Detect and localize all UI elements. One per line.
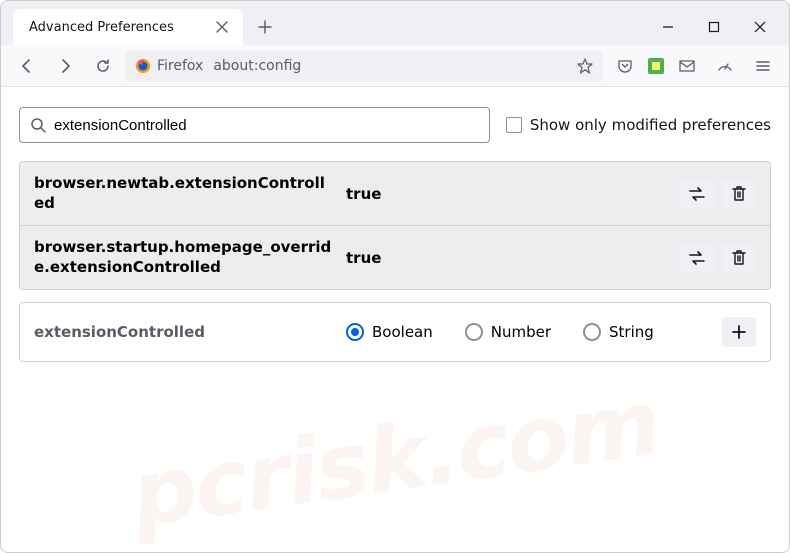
forward-button[interactable] (49, 50, 81, 82)
pref-row: browser.newtab.extensionControlled true (20, 162, 770, 225)
firefox-logo-icon (135, 58, 151, 74)
url-bar[interactable]: Firefox about:config (125, 50, 603, 82)
pref-name: browser.startup.homepage_override.extens… (34, 238, 334, 277)
extension-button-3[interactable] (709, 50, 741, 82)
close-window-button[interactable] (737, 9, 783, 45)
pocket-icon (617, 58, 633, 74)
search-row: Show only modified preferences (19, 107, 771, 143)
about-config-content: Show only modified preferences browser.n… (1, 87, 789, 552)
gauge-icon (716, 57, 734, 75)
toggle-button[interactable] (680, 243, 714, 273)
identity-box[interactable]: Firefox (135, 58, 203, 74)
app-menu-button[interactable] (747, 50, 779, 82)
radio-indicator (346, 323, 364, 341)
pref-actions (680, 243, 756, 273)
search-box[interactable] (19, 107, 490, 143)
new-tab-button[interactable] (251, 13, 279, 41)
plus-icon (732, 325, 746, 339)
radio-label: Boolean (372, 323, 433, 341)
search-input[interactable] (54, 117, 479, 134)
radio-label: String (609, 323, 654, 341)
pref-value: true (346, 185, 668, 203)
type-radio-group: Boolean Number String (346, 323, 710, 341)
delete-button[interactable] (722, 179, 756, 209)
radio-boolean[interactable]: Boolean (346, 323, 433, 341)
radio-string[interactable]: String (583, 323, 654, 341)
pocket-button[interactable] (609, 50, 641, 82)
back-button[interactable] (11, 50, 43, 82)
window-controls (645, 9, 789, 45)
bookmark-star-button[interactable] (577, 58, 593, 74)
prefs-list: browser.newtab.extensionControlled true … (19, 161, 771, 290)
radio-indicator (465, 323, 483, 341)
extension-button-2[interactable] (671, 50, 703, 82)
maximize-icon (708, 21, 720, 33)
maximize-button[interactable] (691, 9, 737, 45)
back-arrow-icon (19, 58, 35, 74)
browser-window: Advanced Preferences (0, 0, 790, 553)
reload-button[interactable] (87, 50, 119, 82)
watermark-text: pcrisk.com (125, 371, 664, 549)
extension-button-1[interactable] (647, 57, 665, 75)
minimize-button[interactable] (645, 9, 691, 45)
url-text: about:config (213, 58, 301, 74)
identity-label: Firefox (157, 58, 203, 74)
modified-only-label: Show only modified preferences (530, 116, 771, 134)
pref-name: browser.newtab.extensionControlled (34, 174, 334, 213)
pref-row: browser.startup.homepage_override.extens… (20, 225, 770, 289)
extension-icon (647, 57, 665, 75)
radio-indicator (583, 323, 601, 341)
minimize-icon (662, 21, 674, 33)
new-pref-name: extensionControlled (34, 323, 334, 341)
browser-tab[interactable]: Advanced Preferences (13, 9, 243, 45)
toggle-icon (688, 251, 706, 265)
delete-button[interactable] (722, 243, 756, 273)
hamburger-icon (755, 58, 771, 74)
radio-number[interactable]: Number (465, 323, 551, 341)
pref-value: true (346, 249, 668, 267)
titlebar: Advanced Preferences (1, 1, 789, 45)
reload-icon (95, 58, 111, 74)
trash-icon (732, 250, 746, 266)
star-icon (577, 58, 593, 74)
close-tab-button[interactable] (211, 16, 233, 38)
tab-title: Advanced Preferences (29, 20, 211, 35)
new-pref-group: extensionControlled Boolean Number Strin… (19, 302, 771, 362)
modified-only-checkbox[interactable] (506, 117, 522, 133)
modified-only-checkbox-row[interactable]: Show only modified preferences (506, 116, 771, 134)
add-pref-button[interactable] (722, 317, 756, 347)
close-icon (216, 21, 228, 33)
toggle-icon (688, 187, 706, 201)
pref-actions (680, 179, 756, 209)
search-icon (30, 117, 46, 133)
plus-icon (258, 20, 272, 34)
trash-icon (732, 186, 746, 202)
mail-icon (678, 57, 696, 75)
toolbar: Firefox about:config (1, 45, 789, 87)
forward-arrow-icon (57, 58, 73, 74)
radio-label: Number (491, 323, 551, 341)
new-pref-row: extensionControlled Boolean Number Strin… (20, 303, 770, 361)
close-icon (754, 21, 766, 33)
toggle-button[interactable] (680, 179, 714, 209)
